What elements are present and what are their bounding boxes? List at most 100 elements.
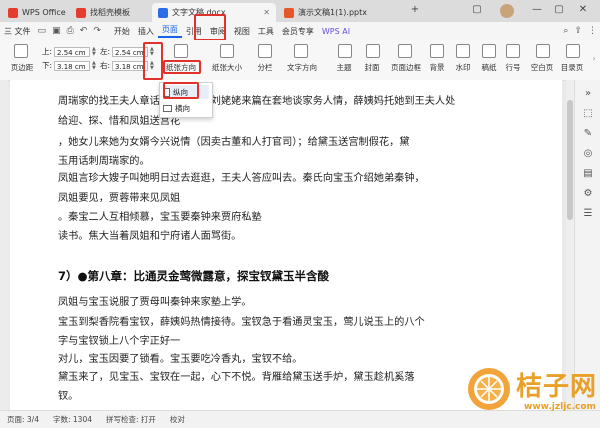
blank-page-button[interactable]: 空白页	[526, 62, 558, 73]
text-direction-icon[interactable]	[294, 44, 308, 58]
doc-line: 玉用话刺周瑞家的。	[58, 156, 150, 167]
menu-bar: 三 文件 ▭ ▣ ⎙ ↶ ↷ 开始 插入 页面 引用 审阅 视图 工具 会员专享…	[0, 22, 600, 40]
tab-label: WPS Office	[22, 8, 66, 17]
maximize-icon[interactable]: ▢	[552, 4, 566, 15]
settings-icon[interactable]: ⚙	[582, 188, 594, 200]
chevron-right-icon[interactable]: ›	[590, 54, 598, 63]
margin-bottom-row: 下: 3.18 cm ▲ ▼	[42, 60, 96, 71]
wps-ai-button[interactable]: WPS AI	[318, 27, 354, 36]
line-number-icon[interactable]	[506, 44, 520, 58]
format-icon[interactable]: ▤	[582, 168, 594, 180]
doc-line: 凤姐与宝玉说服了贾母叫秦钟来家塾上学。	[58, 297, 252, 308]
page-margin-icon[interactable]	[14, 44, 28, 58]
cover-button[interactable]: 封面	[358, 62, 386, 73]
close-icon[interactable]: ✕	[263, 8, 270, 17]
file-menu[interactable]: 三 文件	[0, 26, 35, 37]
folder-icon[interactable]: ▭	[35, 26, 50, 36]
expand-icon[interactable]: »	[582, 88, 594, 100]
undo-icon[interactable]: ↶	[77, 26, 91, 36]
document-page[interactable]: 周瑞家的找王夫人章话，一边有去刘姥姥来篇在套地谈家务人情，薛姨妈托她到王夫人处 …	[10, 80, 562, 410]
menu-view[interactable]: 视图	[230, 26, 254, 37]
columns-button[interactable]: 分栏	[250, 62, 280, 73]
page-border-button[interactable]: 页面边框	[386, 62, 426, 73]
toc-page-button[interactable]: 目录页	[556, 62, 588, 73]
tab-ppt-doc[interactable]: 演示文稿1(1).pptx	[278, 3, 404, 22]
minimize-icon[interactable]: —	[530, 4, 544, 15]
new-tab-icon[interactable]: +	[408, 4, 422, 15]
word-count[interactable]: 字数: 1304	[46, 414, 99, 425]
spinner-icon[interactable]: ▲ ▼	[92, 46, 96, 57]
share-icon[interactable]: ⇪	[571, 26, 585, 36]
left-rail	[0, 80, 8, 410]
page-indicator[interactable]: 页面: 3/4	[0, 414, 46, 425]
doc-line: 字与宝钗锁上八个字正好一	[58, 336, 181, 347]
watermark-text: 桔子网	[516, 372, 598, 402]
draft-icon[interactable]	[482, 44, 496, 58]
right-panel: » ⬚ ✎ ◎ ▤ ⚙ ☰	[574, 80, 600, 410]
toc-page-icon[interactable]	[566, 44, 580, 58]
draft-button[interactable]: 稿纸	[476, 62, 502, 73]
paper-size-button[interactable]: 纸张大小	[206, 62, 248, 73]
tab-wps-office[interactable]: WPS Office	[2, 3, 68, 22]
wps-logo-icon	[8, 7, 18, 18]
more-icon[interactable]: ⋮	[585, 26, 600, 36]
menu-insert[interactable]: 插入	[134, 26, 158, 37]
scrollbar-thumb[interactable]	[567, 100, 573, 220]
ppt-doc-icon	[284, 7, 294, 18]
menu-tools[interactable]: 工具	[254, 26, 278, 37]
margin-left-label: 左:	[100, 47, 111, 56]
margin-top-row: 上: 2.54 cm ▲ ▼	[42, 46, 96, 57]
landscape-option[interactable]: 横向	[163, 101, 209, 115]
select-icon[interactable]: ⬚	[582, 108, 594, 120]
orientation-icon[interactable]	[174, 44, 188, 58]
comment-icon[interactable]: ☰	[582, 208, 594, 220]
cover-icon[interactable]	[366, 44, 380, 58]
tab-docer[interactable]: 找稻壳模板	[70, 3, 150, 22]
menu-page[interactable]: 页面	[157, 24, 182, 38]
ribbon: 页边距 上: 2.54 cm ▲ ▼ 下: 3.18 cm ▲ ▼ 左: 2.54 …	[0, 40, 600, 81]
menu-member[interactable]: 会员专享	[278, 26, 318, 37]
margin-bottom-input[interactable]: 3.18 cm	[54, 60, 91, 71]
avatar[interactable]	[500, 4, 514, 18]
line-number-button[interactable]: 行号	[500, 62, 526, 73]
margin-top-input[interactable]: 2.54 cm	[54, 46, 91, 57]
blank-page-icon[interactable]	[536, 44, 550, 58]
close-window-icon[interactable]: ✕	[576, 4, 590, 15]
layout-icon[interactable]: ▢	[470, 4, 484, 15]
background-button[interactable]: 背景	[424, 62, 450, 73]
page-border-icon[interactable]	[398, 44, 412, 58]
search-icon[interactable]: ⌕	[560, 26, 571, 36]
spell-check-status[interactable]: 拼写检查: 打开	[99, 414, 163, 425]
margin-top-label: 上:	[42, 47, 53, 56]
doc-line: 读书。焦大当着凤姐和宁府诸人面骂街。	[58, 231, 242, 242]
doc-line: 宝玉到梨香院看宝钗，薛姨妈热情接待。宝钗急于看通灵宝玉，莺儿说玉上的八个	[58, 317, 425, 328]
menu-home[interactable]: 开始	[110, 26, 134, 37]
landscape-page-icon	[163, 104, 172, 112]
landscape-label: 横向	[175, 103, 190, 113]
watermark-icon[interactable]	[456, 44, 470, 58]
margin-bottom-label: 下:	[42, 61, 53, 70]
docer-icon	[76, 7, 86, 18]
highlight-margin-spinner	[143, 42, 163, 80]
paper-size-icon[interactable]	[220, 44, 234, 58]
edit-icon[interactable]: ✎	[582, 128, 594, 140]
chapter-heading: 7）●第八章：比通灵金莺微露意，探宝钗黛玉半含酸	[58, 269, 330, 283]
proofread-status[interactable]: 校对	[163, 414, 192, 425]
watermark-button[interactable]: 水印	[450, 62, 476, 73]
margin-right-label: 右:	[100, 61, 111, 70]
highlight-page-tab	[194, 14, 226, 41]
page-margin-button[interactable]: 页边距	[4, 62, 40, 73]
redo-icon[interactable]: ↷	[90, 26, 104, 36]
doc-line: ，她女儿来她为女婿今兴说情（因卖古董和人打官司）；给黛玉送宫制假花，黛	[58, 137, 410, 148]
save-icon[interactable]: ▣	[49, 26, 64, 36]
theme-icon[interactable]	[338, 44, 352, 58]
style-icon[interactable]: ◎	[582, 148, 594, 160]
columns-icon[interactable]	[258, 44, 272, 58]
print-icon[interactable]: ⎙	[64, 26, 77, 36]
theme-button[interactable]: 主题	[330, 62, 358, 73]
doc-line: 凤姐言珍大嫂子叫她明日过去逛逛，王夫人答应叫去。秦氏向宝玉介绍她弟秦钟，	[58, 173, 425, 184]
spinner-icon[interactable]: ▲ ▼	[92, 60, 96, 71]
background-icon[interactable]	[430, 44, 444, 58]
orange-logo-icon	[468, 368, 510, 410]
text-direction-button[interactable]: 文字方向	[280, 62, 324, 73]
